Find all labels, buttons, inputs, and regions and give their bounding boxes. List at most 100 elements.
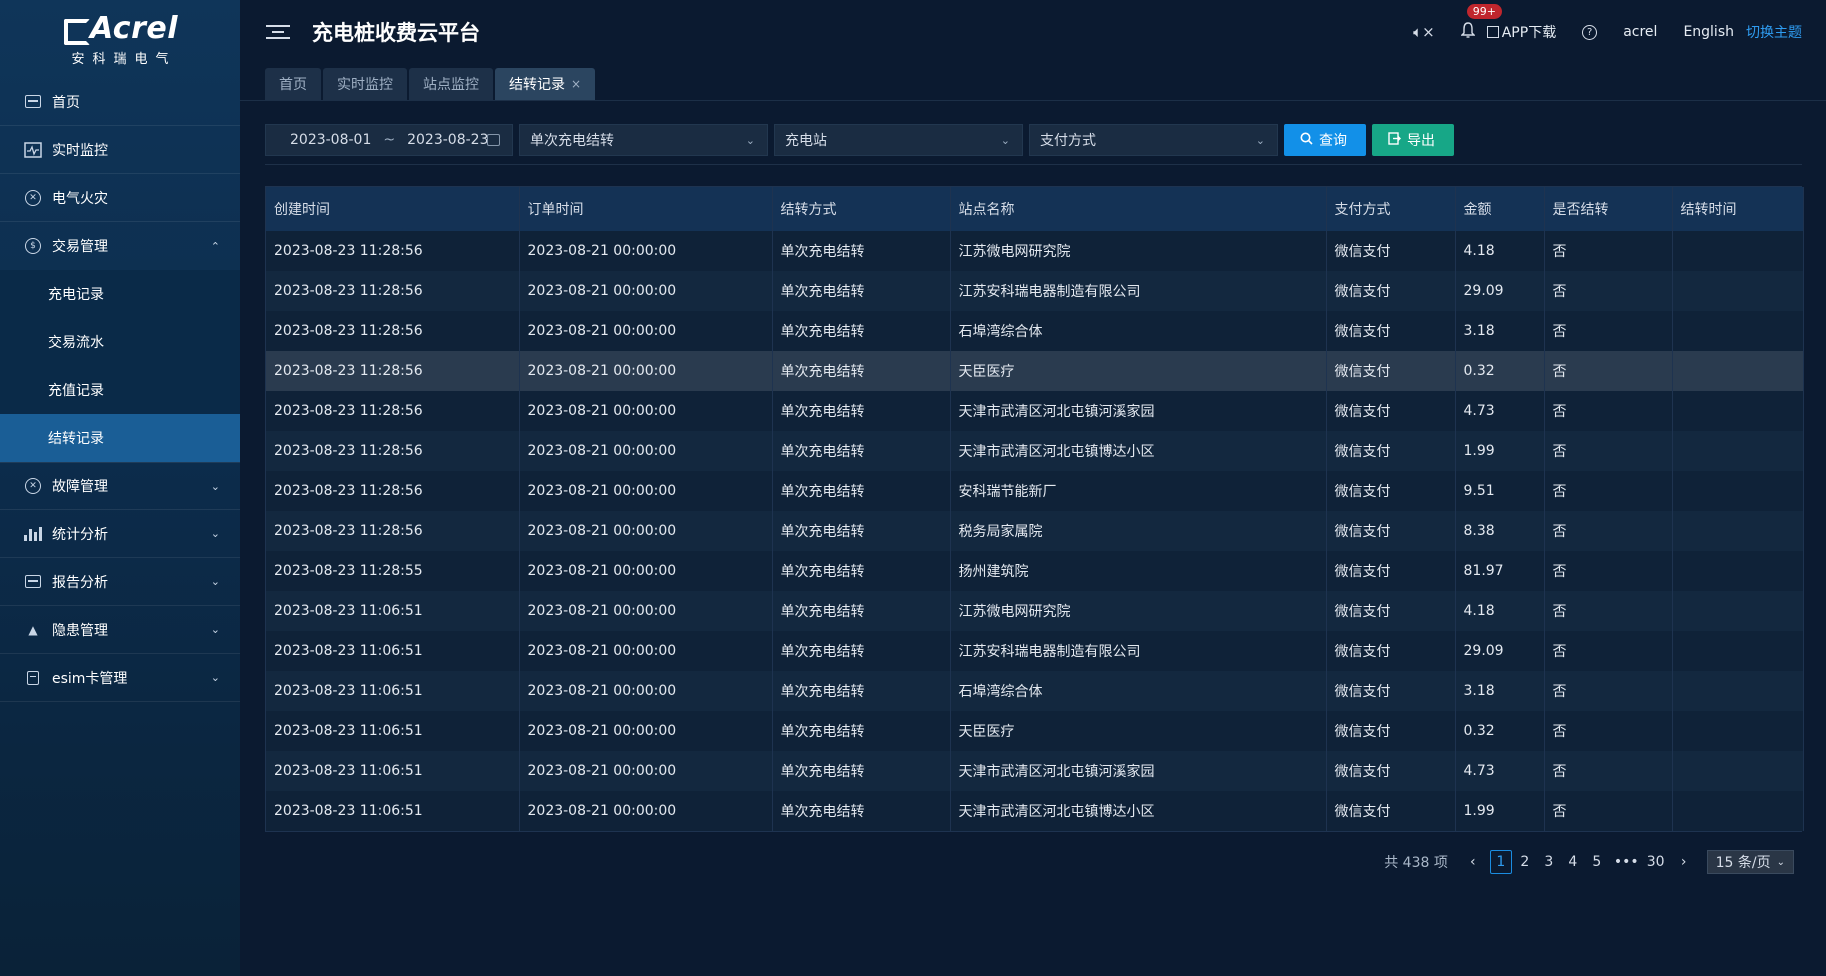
sidebar-item-transactions[interactable]: $ 交易管理 ⌃ <box>0 222 240 270</box>
table-cell: 否 <box>1544 271 1673 311</box>
page-last[interactable]: 30 <box>1645 850 1667 874</box>
date-end[interactable]: 2023-08-23 <box>407 132 488 148</box>
table-cell: 2023-08-21 00:00:00 <box>519 431 773 471</box>
brand-sub: 安科瑞电气 <box>71 52 177 67</box>
sidebar-subitem-transaction-flow[interactable]: 交易流水 <box>0 318 240 366</box>
table-cell: 单次充电结转 <box>772 551 951 591</box>
table-cell: 否 <box>1544 711 1673 751</box>
table-row[interactable]: 2023-08-23 11:28:56 2023-08-21 00:00:00 单次… <box>266 471 1804 511</box>
column-header: 订单时间 <box>519 187 773 231</box>
sidebar-item-home[interactable]: 首页 <box>0 78 240 126</box>
table-row[interactable]: 2023-08-23 11:28:56 2023-08-21 00:00:00 单次… <box>266 351 1804 391</box>
station-select[interactable]: 充电站 ⌄ <box>774 124 1023 156</box>
theme-switch-link[interactable]: 切换主题 <box>1746 22 1802 42</box>
language-switch[interactable]: English <box>1683 24 1734 40</box>
export-button[interactable]: 导出 <box>1372 124 1454 156</box>
table-cell: 2023-08-21 00:00:00 <box>519 711 773 751</box>
page-size-select[interactable]: 15 条/页 ⌄ <box>1706 850 1794 874</box>
table-cell: 单次充电结转 <box>772 671 951 711</box>
page-number[interactable]: 1 <box>1489 850 1512 874</box>
table-cell: 否 <box>1544 231 1673 271</box>
date-range-picker[interactable]: 2023-08-01 ~ 2023-08-23 <box>265 124 513 156</box>
table-row[interactable]: 2023-08-23 11:28:56 2023-08-21 00:00:00 单次… <box>266 391 1804 431</box>
fire-icon: ✕ <box>24 189 42 207</box>
sidebar-item-esim[interactable]: esim卡管理 ⌄ <box>0 654 240 702</box>
table-row[interactable]: 2023-08-23 11:06:51 2023-08-21 00:00:00 单次… <box>266 791 1804 831</box>
page-number[interactable]: 3 <box>1538 850 1560 874</box>
sidebar-item-fire[interactable]: ✕ 电气火灾 <box>0 174 240 222</box>
next-page-icon[interactable]: › <box>1673 850 1695 874</box>
column-header: 支付方式 <box>1326 187 1456 231</box>
sidebar-item-realtime[interactable]: 实时监控 <box>0 126 240 174</box>
table-cell <box>1672 391 1804 431</box>
table-cell: 2023-08-23 11:28:56 <box>266 511 520 551</box>
app-download-link[interactable]: APP下载 <box>1486 22 1556 42</box>
menu-toggle-icon[interactable] <box>266 25 290 39</box>
chevron-down-icon: ⌄ <box>1776 856 1785 868</box>
table-cell: 2023-08-23 11:06:51 <box>266 631 520 671</box>
table-row[interactable]: 2023-08-23 11:06:51 2023-08-21 00:00:00 单次… <box>266 591 1804 631</box>
sidebar-item-hazards[interactable]: ▲ 隐患管理 ⌄ <box>0 606 240 654</box>
table-cell: 2023-08-21 00:00:00 <box>519 591 773 631</box>
page-number[interactable]: 5 <box>1586 850 1608 874</box>
table-cell: 2023-08-23 11:06:51 <box>266 751 520 791</box>
table-row[interactable]: 2023-08-23 11:06:51 2023-08-21 00:00:00 单次… <box>266 751 1804 791</box>
pagination: 共 438 项 ‹ 12345 ••• 30 › 15 条/页 ⌄ <box>1384 850 1794 874</box>
close-icon[interactable]: × <box>571 77 581 91</box>
user-name[interactable]: acrel <box>1623 24 1657 40</box>
sidebar-item-reports[interactable]: 报告分析 ⌄ <box>0 558 240 606</box>
table-cell: 2023-08-21 00:00:00 <box>519 551 773 591</box>
sidebar-item-label: 统计分析 <box>52 526 108 543</box>
tab-settle-records[interactable]: 结转记录 × <box>495 68 596 100</box>
sidebar-subitem-label: 充值记录 <box>48 383 104 399</box>
table-cell: 4.18 <box>1455 231 1545 271</box>
sidebar-subitem-settle-records[interactable]: 结转记录 <box>0 414 240 462</box>
table-row[interactable]: 2023-08-23 11:06:51 2023-08-21 00:00:00 单次… <box>266 631 1804 671</box>
sidebar-item-faults[interactable]: ✕ 故障管理 ⌄ <box>0 462 240 510</box>
table-row[interactable]: 2023-08-23 11:28:56 2023-08-21 00:00:00 单次… <box>266 311 1804 351</box>
table-cell: 单次充电结转 <box>772 791 951 831</box>
page-number[interactable]: 2 <box>1514 850 1536 874</box>
date-start[interactable]: 2023-08-01 <box>290 132 371 148</box>
table-cell <box>1672 271 1804 311</box>
help-icon[interactable]: ? <box>1582 24 1598 40</box>
table-row[interactable]: 2023-08-23 11:28:55 2023-08-21 00:00:00 单次… <box>266 551 1804 591</box>
more-pages-icon[interactable]: ••• <box>1614 850 1639 874</box>
table-row[interactable]: 2023-08-23 11:06:51 2023-08-21 00:00:00 单次… <box>266 711 1804 751</box>
table-cell: 否 <box>1544 511 1673 551</box>
bell-icon[interactable]: 99+ <box>1460 4 1502 42</box>
table-row[interactable]: 2023-08-23 11:06:51 2023-08-21 00:00:00 单次… <box>266 671 1804 711</box>
table-cell: 否 <box>1544 631 1673 671</box>
transaction-icon: $ <box>24 237 42 255</box>
pay-method-select[interactable]: 支付方式 ⌄ <box>1029 124 1278 156</box>
page-number[interactable]: 4 <box>1562 850 1584 874</box>
table-cell: 2023-08-23 11:28:56 <box>266 271 520 311</box>
column-header: 结转时间 <box>1672 187 1804 231</box>
table-row[interactable]: 2023-08-23 11:28:56 2023-08-21 00:00:00 单次… <box>266 231 1804 271</box>
prev-page-icon[interactable]: ‹ <box>1462 850 1484 874</box>
table-cell: 天津市武清区河北屯镇河溪家园 <box>950 751 1327 791</box>
speaker-mute-icon[interactable]: 🔈︎× <box>1413 23 1435 41</box>
table-row[interactable]: 2023-08-23 11:28:56 2023-08-21 00:00:00 单次… <box>266 431 1804 471</box>
settle-type-select[interactable]: 单次充电结转 ⌄ <box>519 124 768 156</box>
date-separator: ~ <box>383 132 396 148</box>
table-cell: 微信支付 <box>1326 591 1456 631</box>
table-cell: 2023-08-21 00:00:00 <box>519 271 773 311</box>
sidebar-subitem-recharge-records[interactable]: 充值记录 <box>0 366 240 414</box>
table-row[interactable]: 2023-08-23 11:28:56 2023-08-21 00:00:00 单次… <box>266 511 1804 551</box>
tab-station-monitor[interactable]: 站点监控 <box>409 68 493 100</box>
tab-realtime[interactable]: 实时监控 <box>323 68 407 100</box>
table-cell: 否 <box>1544 591 1673 631</box>
sidebar-item-stats[interactable]: 统计分析 ⌄ <box>0 510 240 558</box>
table-cell: 单次充电结转 <box>772 751 951 791</box>
chevron-down-icon: ⌄ <box>1255 133 1265 147</box>
tab-home[interactable]: 首页 <box>265 68 321 100</box>
query-button[interactable]: 查询 <box>1284 124 1366 156</box>
brand-name: Acrel <box>89 11 178 46</box>
table-row[interactable]: 2023-08-23 11:28:56 2023-08-21 00:00:00 单次… <box>266 271 1804 311</box>
export-label: 导出 <box>1407 133 1435 149</box>
table-cell <box>1672 591 1804 631</box>
column-header: 金额 <box>1455 187 1545 231</box>
table-cell: 江苏安科瑞电器制造有限公司 <box>950 631 1327 671</box>
sidebar-subitem-charge-records[interactable]: 充电记录 <box>0 270 240 318</box>
